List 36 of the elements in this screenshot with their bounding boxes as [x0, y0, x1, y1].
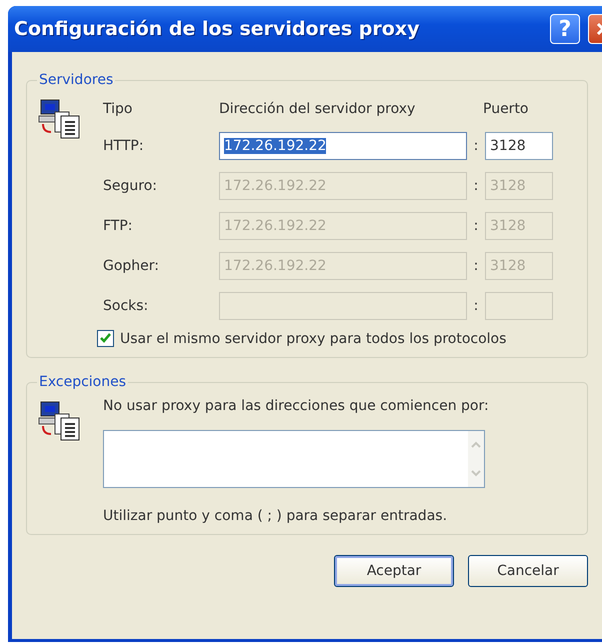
checkbox[interactable]: [97, 330, 114, 347]
column-header: Tipo: [103, 101, 134, 117]
separator-colon: :: [472, 298, 480, 314]
column-header: Puerto: [483, 101, 528, 117]
scroll-bar[interactable]: [468, 431, 484, 487]
window-title: Configuración de los servidores proxy: [14, 18, 420, 40]
hint-text: Utilizar punto y coma ( ; ) para separar entradas.: [103, 508, 448, 524]
separator-colon: :: [472, 258, 480, 274]
address-value: 172.26.192.22: [224, 138, 326, 154]
port-value: 3128: [490, 138, 526, 154]
dialog-button[interactable]: Cancelar: [468, 555, 588, 587]
address-value: 172.26.192.22: [224, 178, 326, 194]
dialog-button[interactable]: Aceptar: [334, 555, 454, 587]
address-value: 172.26.192.22: [224, 258, 326, 274]
port-field[interactable]: [485, 292, 553, 320]
protocol-label: Socks:: [103, 298, 150, 314]
port-value: 3128: [490, 218, 526, 234]
port-value: 3128: [490, 258, 526, 274]
separator-colon: :: [472, 218, 480, 234]
address-field[interactable]: 172.26.192.22: [219, 132, 467, 160]
protocol-label: Gopher:: [103, 258, 160, 274]
port-field[interactable]: 3128: [485, 132, 553, 160]
help-button[interactable]: ?: [550, 14, 580, 44]
group-title: Excepciones: [38, 374, 128, 390]
address-value: 172.26.192.22: [224, 218, 326, 234]
port-value: 3128: [490, 178, 526, 194]
protocol-label: HTTP:: [103, 138, 145, 154]
checkbox-label: Usar el mismo servidor proxy para todos los protocolos: [120, 330, 506, 346]
separator-colon: :: [472, 178, 480, 194]
separator-colon: :: [472, 138, 480, 154]
group-title: Servidores: [38, 72, 114, 88]
column-header: Dirección del servidor proxy: [219, 101, 416, 117]
protocol-label: Seguro:: [103, 178, 158, 194]
protocol-label: FTP:: [103, 218, 134, 234]
exceptions-field[interactable]: [103, 430, 485, 488]
exceptions-prompt: No usar proxy para las direcciones que comiencen por:: [103, 398, 489, 414]
